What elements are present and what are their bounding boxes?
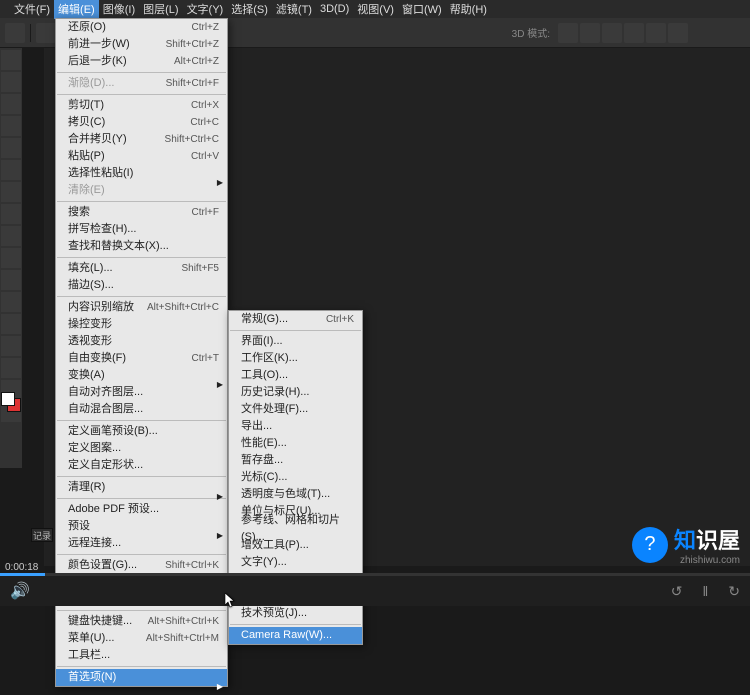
prefs-menu-item-2[interactable]: 界面(I)... (229, 333, 362, 350)
gradient-tool[interactable] (1, 292, 21, 312)
edit-menu-item-26[interactable]: 自动混合图层... (56, 401, 227, 418)
prefs-menu-item-8[interactable]: 性能(E)... (229, 435, 362, 452)
menu-文件[interactable]: 文件(F) (10, 0, 54, 19)
edit-menu-item-8[interactable]: 合并拷贝(Y)Shift+Ctrl+C (56, 131, 227, 148)
prefs-menu-item-11[interactable]: 透明度与色域(T)... (229, 486, 362, 503)
prefs-menu-item-7[interactable]: 导出... (229, 418, 362, 435)
menu-滤镜[interactable]: 滤镜(T) (272, 0, 316, 19)
edit-menu-item-20[interactable]: 内容识别缩放Alt+Shift+Ctrl+C (56, 299, 227, 316)
edit-menu-item-1[interactable]: 前进一步(W)Shift+Ctrl+Z (56, 36, 227, 53)
3d-btn[interactable] (558, 23, 578, 43)
lasso-tool[interactable] (1, 94, 21, 114)
prefs-menu-item-18[interactable]: 技术预览(J)... (229, 605, 362, 622)
edit-menu-item-2[interactable]: 后退一步(K)Alt+Ctrl+Z (56, 53, 227, 70)
prefs-menu-item-5[interactable]: 历史记录(H)... (229, 384, 362, 401)
menu-编辑[interactable]: 编辑(E) (54, 0, 99, 19)
wand-tool[interactable] (1, 116, 21, 136)
edit-menu-item-43[interactable]: 菜单(U)...Alt+Shift+Ctrl+M (56, 630, 227, 647)
prefs-menu-item-4[interactable]: 工具(O)... (229, 367, 362, 384)
edit-menu-item-10[interactable]: 选择性粘贴(I) (56, 165, 227, 182)
edit-menu-item-21[interactable]: 操控变形 (56, 316, 227, 333)
3d-btn[interactable] (602, 23, 622, 43)
player-controls: ↺ ‖ ↻ (671, 583, 740, 600)
edit-menu-item-30[interactable]: 定义自定形状... (56, 457, 227, 474)
edit-menu-item-22[interactable]: 透视变形 (56, 333, 227, 350)
menu-文字[interactable]: 文字(Y) (183, 0, 228, 19)
healing-tool[interactable] (1, 182, 21, 202)
edit-menu-item-6[interactable]: 剪切(T)Ctrl+X (56, 97, 227, 114)
stamp-tool[interactable] (1, 226, 21, 246)
move-tool[interactable] (1, 50, 21, 70)
edit-menu-item-17[interactable]: 填充(L)...Shift+F5 (56, 260, 227, 277)
prefs-menu-item-20[interactable]: Camera Raw(W)... (229, 627, 362, 644)
edit-menu-item-18[interactable]: 描边(S)... (56, 277, 227, 294)
edit-menu-item-35[interactable]: 预设 (56, 518, 227, 535)
edit-menu-item-28[interactable]: 定义画笔预设(B)... (56, 423, 227, 440)
prefs-menu-item-9[interactable]: 暂存盘... (229, 452, 362, 469)
playback-timestamp: 0:00:18 (5, 562, 38, 573)
rewind-button[interactable]: ↺ (671, 583, 683, 600)
forward-button[interactable]: ↻ (728, 583, 740, 600)
dodge-tool[interactable] (1, 336, 21, 356)
marquee-tool[interactable] (1, 72, 21, 92)
edit-menu-item-15[interactable]: 查找和替换文本(X)... (56, 238, 227, 255)
menu-窗口[interactable]: 窗口(W) (398, 0, 446, 19)
prefs-menu-item-13[interactable]: 参考线、网格和切片(S)... (229, 520, 362, 537)
edit-menu-item-7[interactable]: 拷贝(C)Ctrl+C (56, 114, 227, 131)
edit-menu-item-46[interactable]: 首选项(N) (56, 669, 227, 686)
3d-btn[interactable] (646, 23, 666, 43)
option-btn[interactable] (36, 23, 56, 43)
mode-label: 3D 模式: (512, 25, 550, 40)
edit-menu-item-13[interactable]: 搜索Ctrl+F (56, 204, 227, 221)
menu-视图[interactable]: 视图(V) (353, 0, 398, 19)
edit-menu-item-11: 清除(E) (56, 182, 227, 199)
watermark-logo: ? 知识屋 zhishiwu.com (632, 523, 740, 566)
prefs-menu-item-0[interactable]: 常规(G)...Ctrl+K (229, 311, 362, 328)
edit-menu-item-32[interactable]: 清理(R) (56, 479, 227, 496)
edit-menu-item-29[interactable]: 定义图案... (56, 440, 227, 457)
timeline-tab[interactable]: 记录 (31, 528, 53, 542)
edit-menu-item-34[interactable]: Adobe PDF 预设... (56, 501, 227, 518)
eraser-tool[interactable] (1, 270, 21, 290)
menu-图层[interactable]: 图层(L) (139, 0, 182, 19)
prefs-menu-item-14[interactable]: 增效工具(P)... (229, 537, 362, 554)
blur-tool[interactable] (1, 314, 21, 334)
3d-btn[interactable] (668, 23, 688, 43)
3d-btn[interactable] (624, 23, 644, 43)
brush-tool[interactable] (1, 204, 21, 224)
edit-menu-item-0[interactable]: 还原(O)Ctrl+Z (56, 19, 227, 36)
3d-btn[interactable] (580, 23, 600, 43)
prefs-menu-item-3[interactable]: 工作区(K)... (229, 350, 362, 367)
eyedropper-tool[interactable] (1, 160, 21, 180)
menu-帮助[interactable]: 帮助(H) (446, 0, 491, 19)
edit-menu-item-44[interactable]: 工具栏... (56, 647, 227, 664)
edit-menu-item-25[interactable]: 自动对齐图层... (56, 384, 227, 401)
edit-menu-item-42[interactable]: 键盘快捷键...Alt+Shift+Ctrl+K (56, 613, 227, 630)
menu-选择[interactable]: 选择(S) (227, 0, 272, 19)
player-bar: 🔊 ↺ ‖ ↻ (0, 576, 750, 606)
logo-badge-icon: ? (632, 527, 668, 563)
prefs-menu-item-15[interactable]: 文字(Y)... (229, 554, 362, 571)
edit-menu-item-23[interactable]: 自由变换(F)Ctrl+T (56, 350, 227, 367)
edit-menu-item-9[interactable]: 粘贴(P)Ctrl+V (56, 148, 227, 165)
color-swatches[interactable] (0, 390, 22, 420)
edit-menu-item-24[interactable]: 变换(A) (56, 367, 227, 384)
prefs-menu-item-6[interactable]: 文件处理(F)... (229, 401, 362, 418)
pause-button[interactable]: ‖ (702, 583, 708, 600)
menubar: 文件(F)编辑(E)图像(I)图层(L)文字(Y)选择(S)滤镜(T)3D(D)… (0, 0, 750, 18)
tool-preset-button[interactable] (5, 23, 25, 43)
foreground-color-swatch[interactable] (1, 392, 15, 406)
edit-menu-item-14[interactable]: 拼写检查(H)... (56, 221, 227, 238)
menu-3d[interactable]: 3D(D) (316, 1, 353, 17)
history-brush-tool[interactable] (1, 248, 21, 268)
crop-tool[interactable] (1, 138, 21, 158)
edit-menu-item-36[interactable]: 远程连接... (56, 535, 227, 552)
prefs-menu-item-10[interactable]: 光标(C)... (229, 469, 362, 486)
logo-url: zhishiwu.com (674, 555, 740, 566)
speaker-icon[interactable]: 🔊 (10, 581, 30, 601)
menu-图像[interactable]: 图像(I) (99, 0, 139, 19)
edit-menu-item-38[interactable]: 颜色设置(G)...Shift+Ctrl+K (56, 557, 227, 574)
edit-menu-item-4: 渐隐(D)...Shift+Ctrl+F (56, 75, 227, 92)
pen-tool[interactable] (1, 358, 21, 378)
